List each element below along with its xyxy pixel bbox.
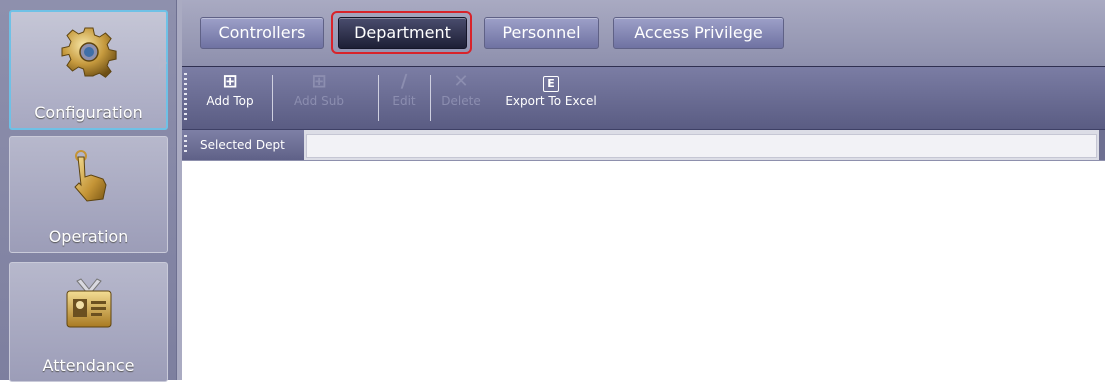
deptbar-grip[interactable]: [184, 135, 187, 155]
close-icon: ✕: [453, 71, 469, 92]
toolbar-separator: [378, 75, 379, 121]
selected-dept-label: Selected Dept: [200, 138, 285, 152]
pencil-icon: ∕: [400, 71, 408, 92]
toolbar-separator: [430, 75, 431, 121]
id-card-icon: [66, 278, 111, 328]
selected-dept-bar: Selected Dept: [182, 130, 1105, 161]
deptbar-end-cap: [1099, 130, 1105, 160]
delete-label: Delete: [441, 94, 481, 108]
tab-department[interactable]: Department: [338, 17, 467, 49]
toolbar: ⊞ Add Top ⊞ Add Sub ∕ Edit ✕ Delete E Ex…: [182, 67, 1105, 130]
sidebar: Configuration Operation Attendance: [0, 0, 176, 382]
selected-dept-field: [306, 134, 1097, 158]
sidebar-item-label: Attendance: [42, 356, 135, 375]
add-top-label: Add Top: [206, 94, 254, 108]
add-sub-button[interactable]: ⊞ Add Sub: [282, 71, 356, 109]
gear-icon: [61, 27, 117, 78]
add-node-icon: ⊞: [311, 71, 327, 92]
toolbar-separator: [272, 75, 273, 121]
export-to-excel-label: Export To Excel: [505, 94, 597, 108]
tab-personnel[interactable]: Personnel: [484, 17, 599, 49]
tab-controllers[interactable]: Controllers: [200, 17, 324, 49]
active-nav-pointer: [159, 56, 167, 70]
add-top-button[interactable]: ⊞ Add Top: [198, 71, 262, 109]
selected-dept-label-container: Selected Dept: [182, 130, 304, 160]
delete-button[interactable]: ✕ Delete: [438, 71, 484, 109]
excel-icon: E: [496, 71, 606, 93]
tab-access-privilege[interactable]: Access Privilege: [613, 17, 784, 49]
pointing-hand-icon: [73, 150, 107, 202]
edit-button[interactable]: ∕ Edit: [384, 71, 424, 109]
tab-bar: Controllers Department Personnel Access …: [182, 0, 1105, 67]
toolbar-grip[interactable]: [184, 73, 187, 123]
add-sub-label: Add Sub: [294, 94, 344, 108]
sidebar-item-label: Operation: [48, 227, 129, 246]
sidebar-item-label: Configuration: [34, 103, 143, 122]
export-to-excel-button[interactable]: E Export To Excel: [496, 71, 606, 109]
edit-label: Edit: [392, 94, 416, 108]
sidebar-item-configuration[interactable]: Configuration: [9, 10, 168, 130]
sidebar-item-attendance[interactable]: Attendance: [9, 262, 168, 382]
add-node-icon: ⊞: [222, 71, 238, 92]
sidebar-item-operation[interactable]: Operation: [9, 136, 168, 253]
department-tree-area[interactable]: [182, 161, 1105, 380]
